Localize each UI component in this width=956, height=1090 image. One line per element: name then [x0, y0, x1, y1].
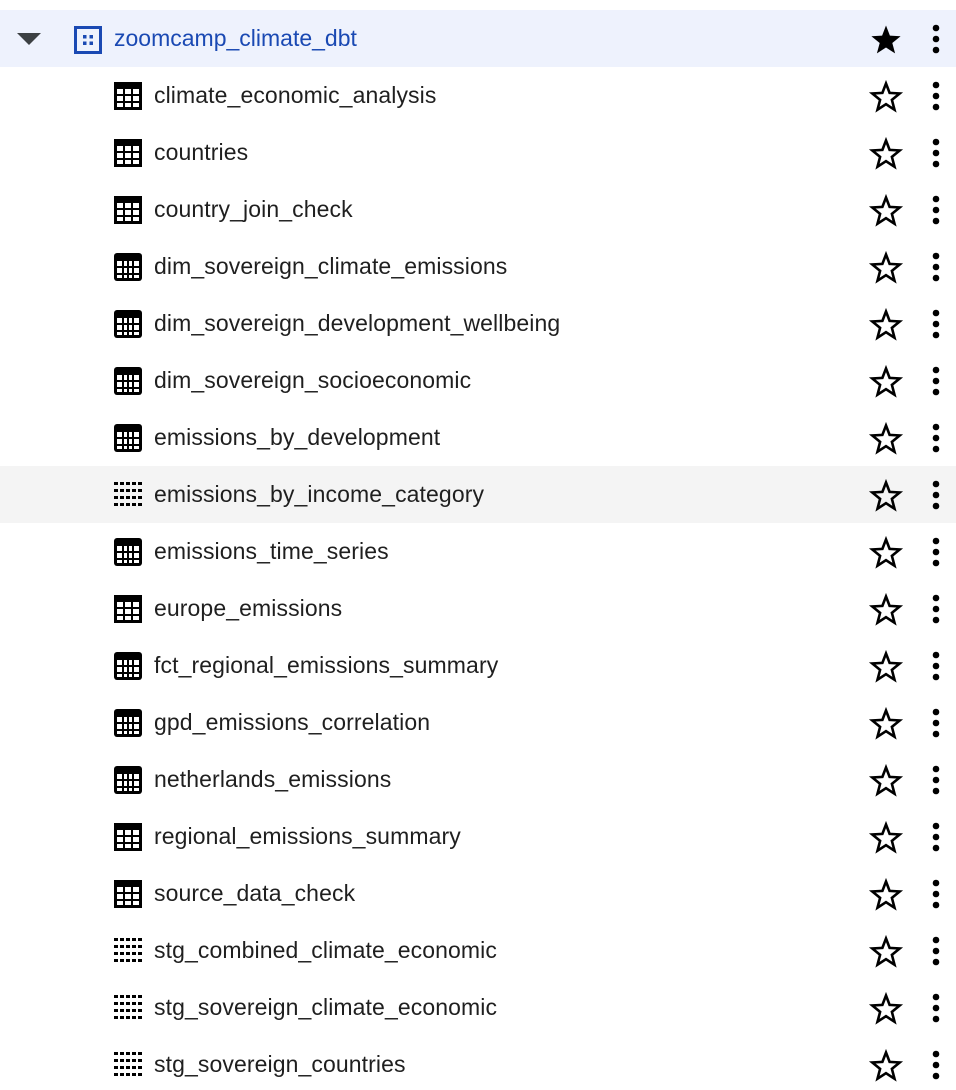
dotted-view-icon [114, 482, 142, 506]
star-outline-icon[interactable] [868, 706, 904, 742]
star-outline-icon[interactable] [868, 535, 904, 571]
more-vert-icon[interactable] [922, 80, 950, 112]
view-icon [114, 424, 142, 452]
table-icon [114, 196, 142, 224]
tree-item-label[interactable]: stg_combined_climate_economic [154, 922, 497, 979]
dataset-row[interactable]: zoomcamp_climate_dbt [0, 10, 956, 67]
tree-item-stg-sovereign-climate-economic[interactable]: stg_sovereign_climate_economic [0, 979, 956, 1036]
tree-item-stg-sovereign-countries[interactable]: stg_sovereign_countries [0, 1036, 956, 1090]
tree-item-label[interactable]: dim_sovereign_development_wellbeing [154, 295, 560, 352]
more-vert-icon[interactable] [922, 707, 950, 739]
more-vert-icon[interactable] [922, 365, 950, 397]
tree-item-countries[interactable]: countries [0, 124, 956, 181]
dotted-view-icon [114, 938, 142, 962]
more-vert-icon[interactable] [922, 23, 950, 55]
star-outline-icon[interactable] [868, 136, 904, 172]
star-outline-icon[interactable] [868, 79, 904, 115]
more-vert-icon[interactable] [922, 308, 950, 340]
star-filled-icon[interactable] [868, 22, 904, 58]
more-vert-icon[interactable] [922, 593, 950, 625]
tree-item-label[interactable]: emissions_by_development [154, 409, 440, 466]
tree-item-fct-regional-emissions-summary[interactable]: fct_regional_emissions_summary [0, 637, 956, 694]
dataset-name[interactable]: zoomcamp_climate_dbt [114, 10, 357, 67]
more-vert-icon[interactable] [922, 878, 950, 910]
table-icon [114, 823, 142, 851]
collapse-arrow-icon[interactable] [16, 32, 42, 46]
tree-item-netherlands-emissions[interactable]: netherlands_emissions [0, 751, 956, 808]
table-icon [114, 139, 142, 167]
star-outline-icon[interactable] [868, 364, 904, 400]
tree-item-label[interactable]: source_data_check [154, 865, 355, 922]
more-vert-icon[interactable] [922, 194, 950, 226]
tree-item-gpd-emissions-correlation[interactable]: gpd_emissions_correlation [0, 694, 956, 751]
more-vert-icon[interactable] [922, 935, 950, 967]
view-icon [114, 766, 142, 794]
more-vert-icon[interactable] [922, 137, 950, 169]
table-icon [114, 82, 142, 110]
more-vert-icon[interactable] [922, 821, 950, 853]
star-outline-icon[interactable] [868, 820, 904, 856]
more-vert-icon[interactable] [922, 422, 950, 454]
tree-item-label[interactable]: gpd_emissions_correlation [154, 694, 430, 751]
star-outline-icon[interactable] [868, 934, 904, 970]
tree-item-europe-emissions[interactable]: europe_emissions [0, 580, 956, 637]
star-outline-icon[interactable] [868, 763, 904, 799]
view-icon [114, 538, 142, 566]
tree-item-climate-economic-analysis[interactable]: climate_economic_analysis [0, 67, 956, 124]
tree-item-label[interactable]: country_join_check [154, 181, 353, 238]
dotted-view-icon [114, 1052, 142, 1076]
tree-item-label[interactable]: fct_regional_emissions_summary [154, 637, 498, 694]
tree-item-label[interactable]: europe_emissions [154, 580, 342, 637]
tree-item-label[interactable]: climate_economic_analysis [154, 67, 436, 124]
tree-item-label[interactable]: dim_sovereign_climate_emissions [154, 238, 507, 295]
tree-item-emissions-time-series[interactable]: emissions_time_series [0, 523, 956, 580]
star-outline-icon[interactable] [868, 649, 904, 685]
tree-item-label[interactable]: dim_sovereign_socioeconomic [154, 352, 471, 409]
star-outline-icon[interactable] [868, 592, 904, 628]
star-outline-icon[interactable] [868, 193, 904, 229]
tree-item-dim-sovereign-socioeconomic[interactable]: dim_sovereign_socioeconomic [0, 352, 956, 409]
tree-item-dim-sovereign-climate-emissions[interactable]: dim_sovereign_climate_emissions [0, 238, 956, 295]
tree-item-label[interactable]: countries [154, 124, 248, 181]
tree-item-label[interactable]: regional_emissions_summary [154, 808, 461, 865]
table-icon [114, 595, 142, 623]
more-vert-icon[interactable] [922, 479, 950, 511]
view-icon [114, 253, 142, 281]
dotted-view-icon [114, 995, 142, 1019]
star-outline-icon[interactable] [868, 1048, 904, 1084]
tree-item-country-join-check[interactable]: country_join_check [0, 181, 956, 238]
tree-item-label[interactable]: emissions_by_income_category [154, 466, 484, 523]
more-vert-icon[interactable] [922, 536, 950, 568]
tree-item-emissions-by-income-category[interactable]: emissions_by_income_category [0, 466, 956, 523]
star-outline-icon[interactable] [868, 250, 904, 286]
view-icon [114, 310, 142, 338]
table-icon [114, 880, 142, 908]
tree-item-stg-combined-climate-economic[interactable]: stg_combined_climate_economic [0, 922, 956, 979]
tree-item-label[interactable]: emissions_time_series [154, 523, 389, 580]
more-vert-icon[interactable] [922, 1049, 950, 1081]
star-outline-icon[interactable] [868, 877, 904, 913]
star-outline-icon[interactable] [868, 478, 904, 514]
tree-item-dim-sovereign-development-wellbeing[interactable]: dim_sovereign_development_wellbeing [0, 295, 956, 352]
star-outline-icon[interactable] [868, 307, 904, 343]
more-vert-icon[interactable] [922, 992, 950, 1024]
dataset-icon [74, 26, 102, 54]
tree-item-source-data-check[interactable]: source_data_check [0, 865, 956, 922]
tree-item-label[interactable]: netherlands_emissions [154, 751, 391, 808]
view-icon [114, 709, 142, 737]
tree-item-regional-emissions-summary[interactable]: regional_emissions_summary [0, 808, 956, 865]
tree-item-label[interactable]: stg_sovereign_countries [154, 1036, 406, 1090]
explorer-tree: zoomcamp_climate_dbt climate_economic_an… [0, 0, 956, 1090]
tree-item-emissions-by-development[interactable]: emissions_by_development [0, 409, 956, 466]
tree-item-label[interactable]: stg_sovereign_climate_economic [154, 979, 497, 1036]
star-outline-icon[interactable] [868, 991, 904, 1027]
more-vert-icon[interactable] [922, 650, 950, 682]
view-icon [114, 367, 142, 395]
more-vert-icon[interactable] [922, 764, 950, 796]
view-icon [114, 652, 142, 680]
star-outline-icon[interactable] [868, 421, 904, 457]
more-vert-icon[interactable] [922, 251, 950, 283]
